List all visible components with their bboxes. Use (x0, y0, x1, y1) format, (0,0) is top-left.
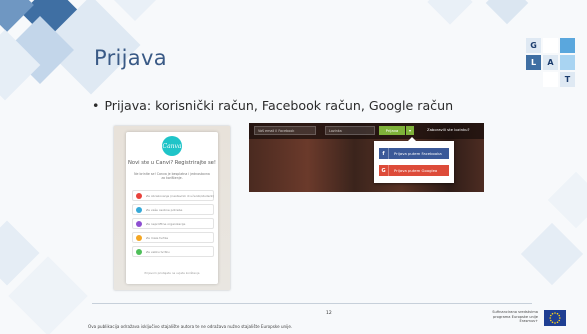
option-label: Za neprofitne organizacije (146, 221, 186, 226)
option-label: Za obrazovanje (nastavnik ili učenik/stu… (146, 193, 214, 198)
logo-tile-a: A (543, 55, 558, 70)
page-number: 12 (326, 311, 332, 316)
option-label: Za veliku tvrtku (146, 249, 170, 254)
social-login-screenshot: Vaš email il Facebook Lozinka Prijava ▾ … (249, 123, 484, 192)
canva-subtext: Ne brinite se! Canva je besplatna i jedn… (134, 172, 210, 181)
facebook-login-label: Prijava putem Facebooka (394, 151, 442, 156)
email-field[interactable]: Vaš email il Facebook (254, 126, 316, 135)
logo-tile-blank2 (543, 72, 558, 87)
bullet-text: Prijava: korisnički račun, Facebook raču… (104, 98, 454, 113)
canva-logo: Canva (162, 136, 182, 156)
eu-funding-text: Sufinancirano sredstvima programa Europs… (478, 310, 538, 324)
large-business-icon (136, 248, 142, 255)
option-label: Za vaše osobne potrebe (146, 207, 183, 212)
login-button[interactable]: Prijava (379, 126, 405, 135)
canva-heading: Novi ste u Canvi? Registrirajte se! (128, 160, 216, 166)
glat-logo: G L A T (526, 38, 576, 90)
canva-signup-screenshot: Canva Novi ste u Canvi? Registrirajte se… (114, 126, 230, 290)
option-label: Za male tvrtke (146, 235, 169, 240)
canva-footer: Prijavom pristajete na uvjete korištenja (144, 271, 200, 275)
login-dropdown-button[interactable]: ▾ (406, 126, 414, 135)
canva-option-personal[interactable]: Za vaše osobne potrebe (132, 204, 214, 215)
small-business-icon (136, 234, 142, 241)
popup-caret (408, 137, 416, 141)
eu-funding-line: Erasmus+ (519, 319, 539, 324)
education-icon (136, 192, 142, 199)
social-login-popup: f Prijava putem Facebooka G Prijava pute… (374, 137, 454, 183)
logo-tile-g: G (526, 38, 541, 53)
nonprofit-icon (136, 220, 142, 227)
bullet-point: • Prijava: korisnički račun, Facebook rač… (92, 98, 453, 113)
chevron-down-icon: ▾ (408, 128, 411, 133)
facebook-login-button[interactable]: f Prijava putem Facebooka (379, 148, 449, 159)
slide-title: Prijava (94, 46, 167, 70)
canva-option-nonprofit[interactable]: Za neprofitne organizacije (132, 218, 214, 229)
eu-flag-icon (544, 310, 566, 326)
eu-disclaimer: Ova publikacija odražava isključivo staj… (88, 324, 293, 329)
logo-tile-l: L (526, 55, 541, 70)
password-field[interactable]: Lozinka (325, 126, 375, 135)
bullet-dot: • (92, 98, 100, 113)
forgot-password-link[interactable]: Zaboravili ste lozinku? (427, 127, 470, 132)
logo-tile-t: T (560, 72, 575, 87)
presentation-slide: G L A T Prijava • Prijava: korisnički rač… (0, 0, 587, 334)
logo-tile-blue (560, 38, 575, 53)
facebook-icon: f (379, 148, 389, 159)
google-icon: G (379, 165, 389, 176)
logo-tile-blank (543, 38, 558, 53)
canva-option-education[interactable]: Za obrazovanje (nastavnik ili učenik/stu… (132, 190, 214, 201)
logo-tile-light (560, 55, 575, 70)
personal-icon (136, 206, 142, 213)
canva-option-large-business[interactable]: Za veliku tvrtku (132, 246, 214, 257)
canva-signup-card: Canva Novi ste u Canvi? Registrirajte se… (126, 132, 218, 284)
google-login-label: Prijava putem Googlea (394, 168, 438, 173)
footer-divider (92, 303, 532, 304)
google-login-button[interactable]: G Prijava putem Googlea (379, 165, 449, 176)
canva-option-small-business[interactable]: Za male tvrtke (132, 232, 214, 243)
